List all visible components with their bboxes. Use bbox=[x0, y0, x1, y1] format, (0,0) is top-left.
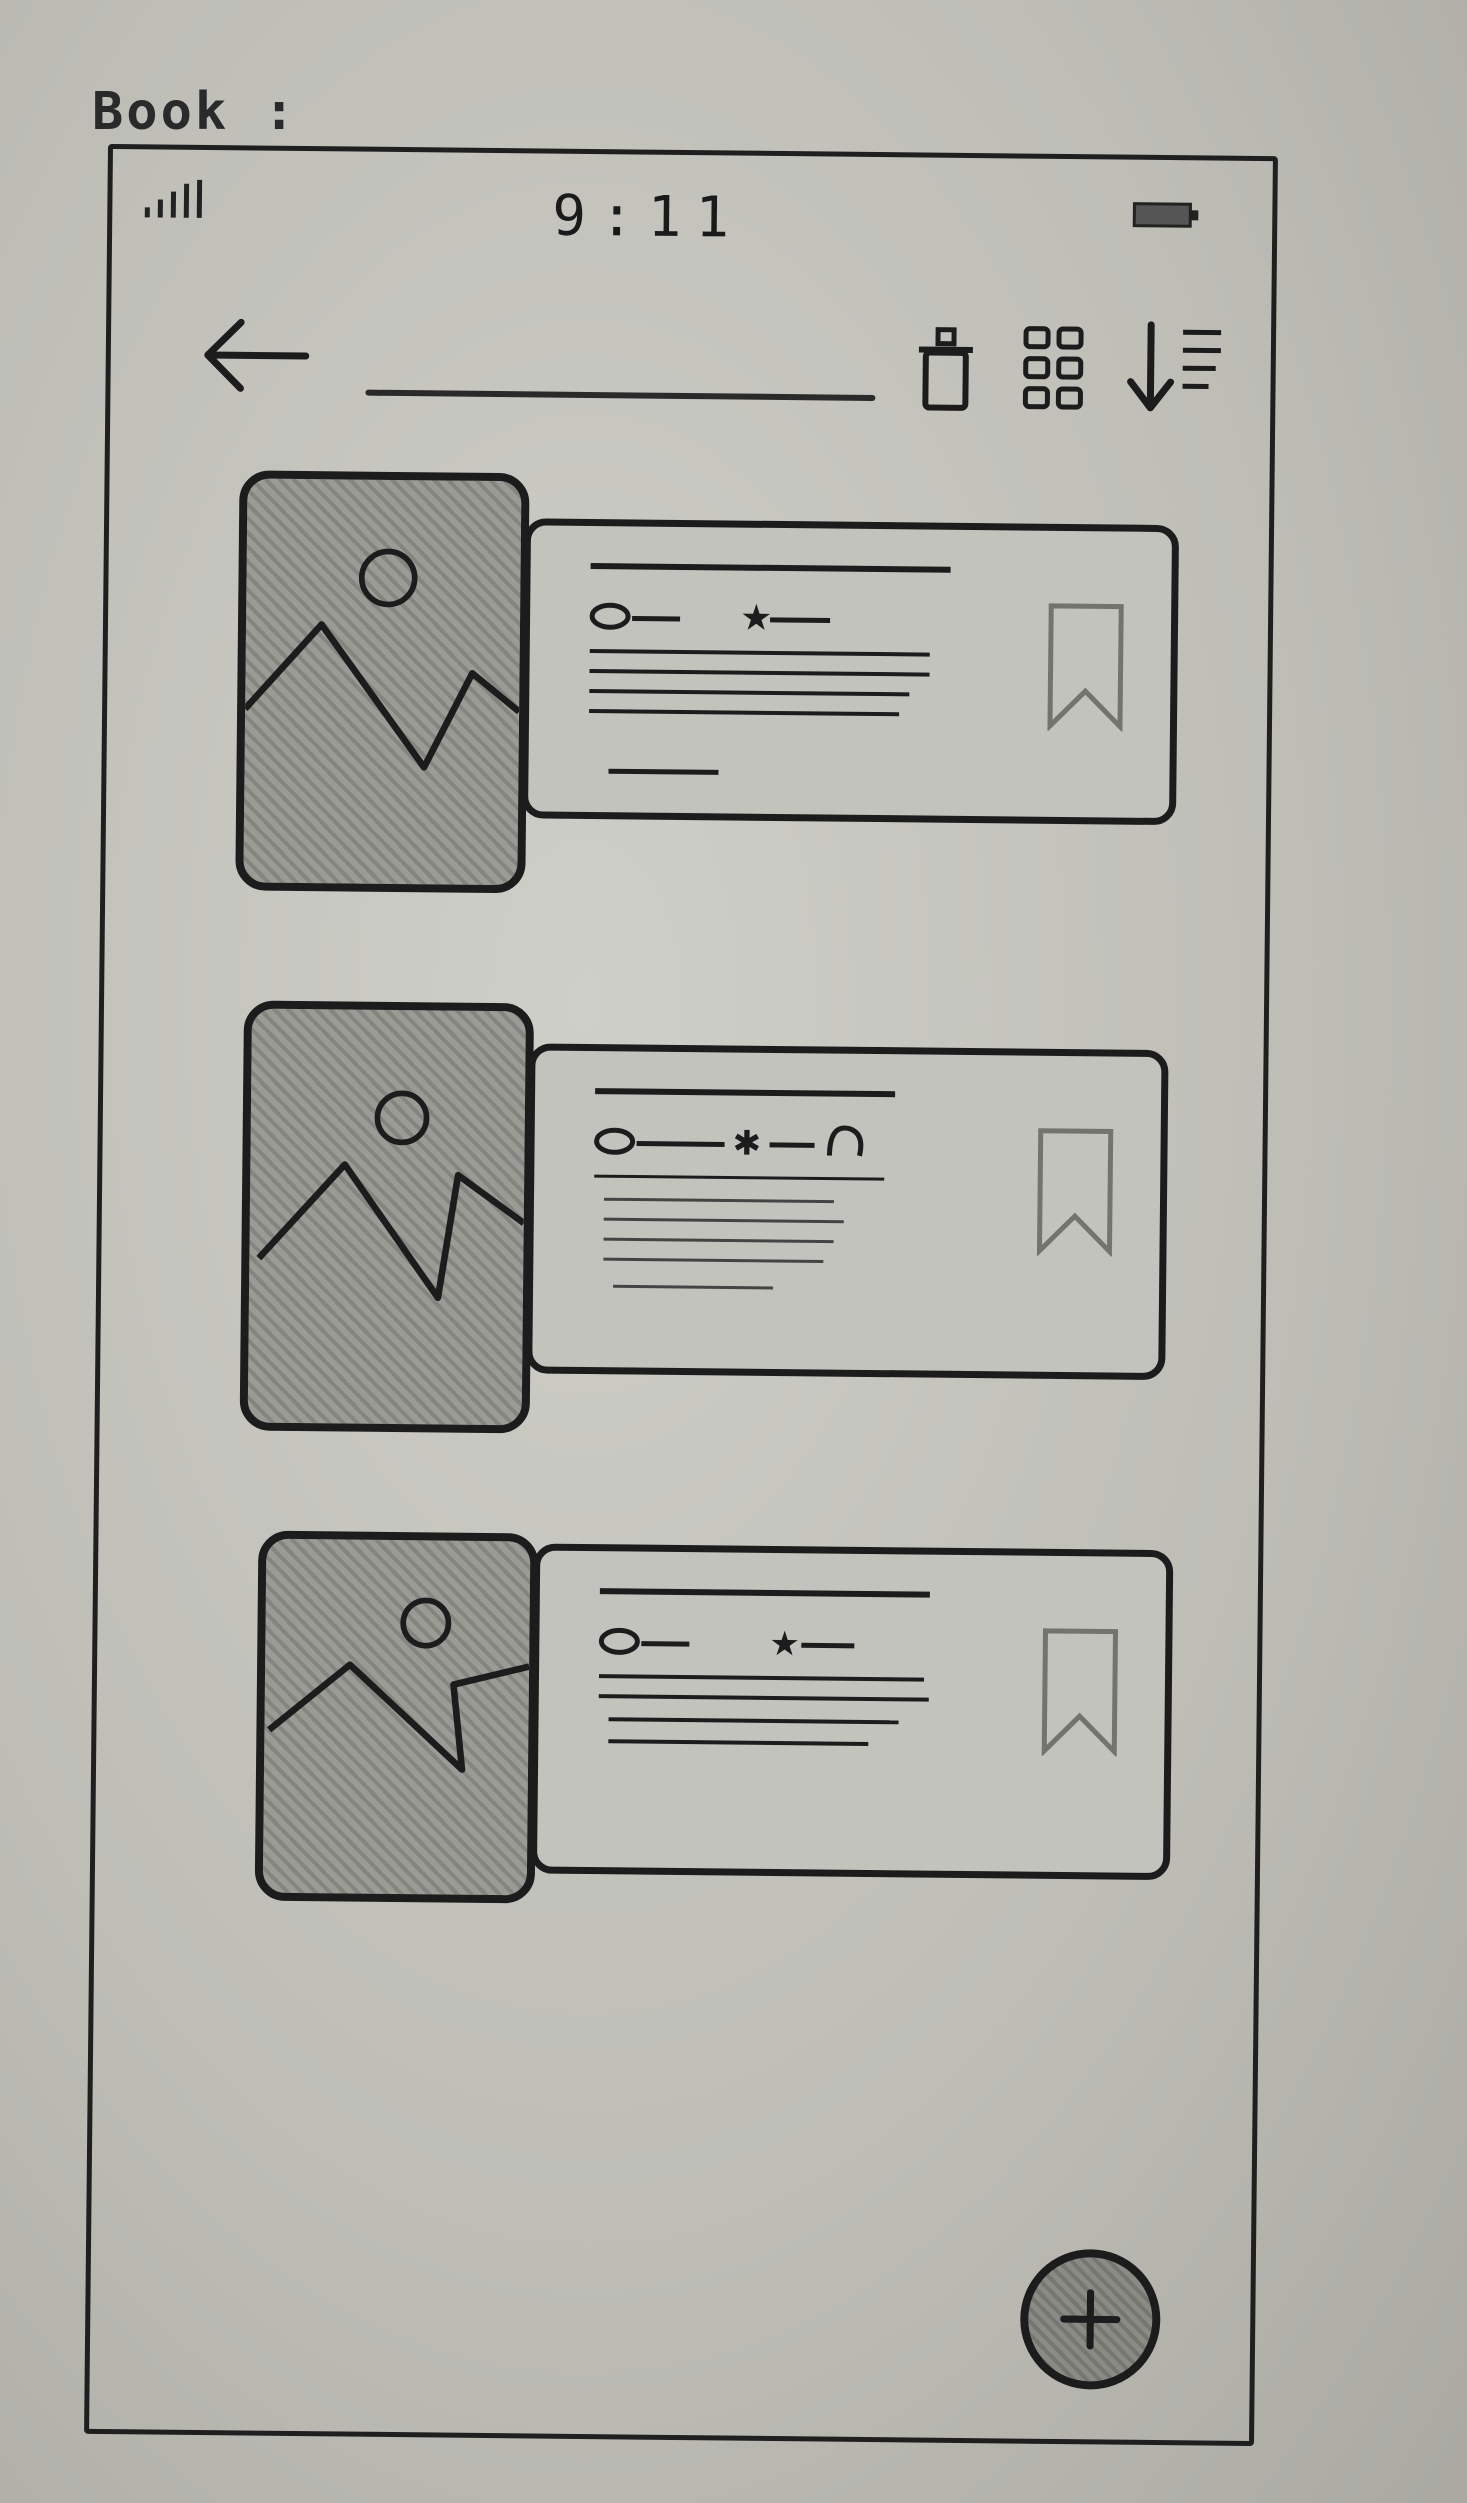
image-placeholder-icon bbox=[267, 1597, 530, 1773]
bookmark-icon[interactable] bbox=[1029, 1126, 1120, 1257]
bookmark-icon[interactable] bbox=[1040, 601, 1131, 732]
book-info-panel[interactable]: ★ bbox=[520, 518, 1180, 826]
grid-view-icon[interactable] bbox=[1020, 319, 1091, 420]
plus-icon bbox=[1060, 2289, 1121, 2350]
image-placeholder-icon bbox=[242, 548, 522, 771]
clock: 9:11 bbox=[551, 183, 744, 251]
toolbar bbox=[110, 269, 1272, 431]
book-info-panel[interactable]: ✱ bbox=[525, 1043, 1169, 1381]
book-card[interactable]: ★ bbox=[235, 470, 1240, 920]
image-placeholder-icon bbox=[256, 1090, 526, 1302]
book-cover bbox=[239, 1000, 535, 1434]
book-text-placeholder: ✱ bbox=[594, 1088, 896, 1290]
book-card[interactable]: ✱ bbox=[239, 1000, 1244, 1450]
phone-frame: 9:11 ★ ✱ ★ bbox=[84, 143, 1278, 2447]
bookmark-icon[interactable] bbox=[1034, 1626, 1125, 1757]
svg-text:★: ★ bbox=[740, 598, 773, 639]
book-cover bbox=[254, 1530, 539, 1904]
arrow-left-icon[interactable] bbox=[195, 310, 316, 401]
svg-text:★: ★ bbox=[769, 1624, 800, 1664]
title-field[interactable] bbox=[365, 389, 876, 401]
battery-icon bbox=[1132, 202, 1199, 228]
sheet-label: Book : bbox=[92, 82, 298, 142]
book-card[interactable]: ★ bbox=[254, 1530, 1259, 1981]
sort-icon[interactable] bbox=[1120, 320, 1231, 421]
svg-text:✱: ✱ bbox=[732, 1124, 761, 1164]
book-text-placeholder: ★ bbox=[598, 1588, 930, 1746]
status-bar: 9:11 bbox=[112, 149, 1273, 271]
add-book-button[interactable] bbox=[1019, 2248, 1162, 2391]
signal-icon bbox=[144, 179, 203, 218]
book-cover bbox=[235, 470, 530, 894]
book-text-placeholder: ★ bbox=[589, 563, 951, 775]
book-info-panel[interactable]: ★ bbox=[529, 1543, 1174, 1881]
trash-icon[interactable] bbox=[910, 317, 981, 418]
